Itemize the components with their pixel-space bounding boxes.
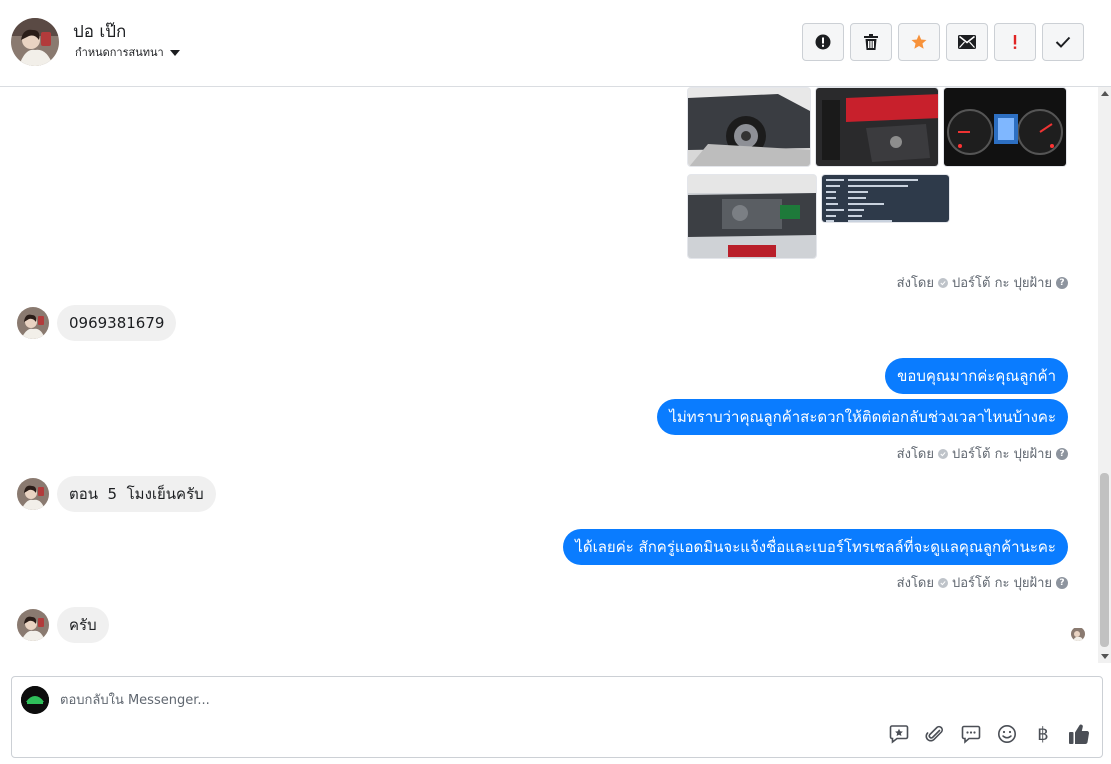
chevron-down-icon [169, 50, 180, 56]
contact-avatar-small [17, 478, 49, 510]
thread-scrollbar[interactable] [1098, 87, 1111, 663]
shared-photo[interactable] [687, 87, 811, 167]
smiley-icon [998, 725, 1016, 743]
chat-bubble-icon [961, 725, 981, 744]
verified-badge-icon [938, 277, 948, 288]
thumbs-up-icon [1069, 724, 1090, 745]
alert-circle-icon [815, 34, 831, 50]
sent-by-label: ส่งโดย [896, 576, 934, 591]
follow-up-button[interactable] [994, 23, 1036, 61]
shared-photo[interactable] [687, 174, 817, 259]
delete-button[interactable] [850, 23, 892, 61]
help-icon[interactable]: ? [1056, 576, 1068, 589]
mark-unread-button[interactable] [946, 23, 988, 61]
incoming-message-row: 0969381679 [17, 305, 177, 341]
conversation-toolbar [802, 23, 1084, 61]
saved-reply-button[interactable] [888, 723, 910, 745]
emoji-button[interactable] [996, 723, 1018, 745]
help-icon[interactable]: ? [1056, 276, 1068, 289]
star-button[interactable] [898, 23, 940, 61]
conversation-header: ปอ เป๊ก กำหนดการสนทนา [0, 0, 1111, 87]
envelope-icon [958, 35, 976, 49]
mark-done-button[interactable] [1042, 23, 1084, 61]
sender-name[interactable]: ปอร์โต้ กะ ปุยฝ้าย [952, 572, 1052, 593]
baht-icon: ฿ [1037, 723, 1049, 745]
sent-by-label: ส่งโดย [896, 276, 934, 291]
sent-by-label: ส่งโดย [896, 447, 934, 462]
shared-screenshot[interactable] [821, 174, 950, 223]
reply-composer: ฿ [11, 676, 1103, 758]
seen-indicator-avatar [1071, 627, 1085, 641]
payment-button[interactable]: ฿ [1032, 723, 1054, 745]
incoming-message-row: ตอน 5 โมงเย็นครับ [17, 476, 216, 512]
assign-conversation-dropdown[interactable]: กำหนดการสนทนา [75, 43, 180, 61]
star-icon [911, 34, 927, 49]
saved-reply-icon [889, 725, 909, 744]
checkmark-icon [1055, 36, 1071, 48]
scrollbar-thumb[interactable] [1100, 473, 1109, 647]
composer-tools: ฿ [888, 723, 1090, 745]
verified-badge-icon [938, 577, 948, 588]
contact-name[interactable]: ปอ เป๊ก [73, 18, 126, 45]
contact-avatar-small [17, 307, 49, 339]
message-bubble[interactable]: ไม่ทราบว่าคุณลูกค้าสะดวกให้ติดต่อกลับช่ว… [657, 399, 1068, 435]
sent-by-info: ส่งโดย ปอร์โต้ กะ ปุยฝ้าย ? [897, 572, 1068, 593]
scroll-up-arrow-icon[interactable] [1101, 91, 1109, 96]
quick-reply-button[interactable] [960, 723, 982, 745]
verified-badge-icon [938, 448, 948, 459]
message-bubble[interactable]: ขอบคุณมากค่ะคุณลูกค้า [885, 358, 1068, 394]
sender-name[interactable]: ปอร์โต้ กะ ปุยฝ้าย [952, 443, 1052, 464]
message-bubble[interactable]: ครับ [57, 607, 109, 643]
assign-label: กำหนดการสนทนา [75, 46, 164, 59]
shared-photo[interactable] [943, 87, 1067, 167]
scroll-down-arrow-icon[interactable] [1101, 654, 1109, 659]
contact-avatar[interactable] [11, 18, 59, 66]
help-icon[interactable]: ? [1056, 447, 1068, 460]
spam-button[interactable] [802, 23, 844, 61]
message-thread: ส่งโดย ปอร์โต้ กะ ปุยฝ้าย ? 0969381679 ข… [0, 87, 1098, 663]
incoming-message-row: ครับ [17, 607, 109, 643]
shared-photo[interactable] [815, 87, 939, 167]
sent-by-info: ส่งโดย ปอร์โต้ กะ ปุยฝ้าย ? [897, 272, 1068, 293]
trash-icon [864, 34, 878, 50]
sent-by-info: ส่งโดย ปอร์โต้ กะ ปุยฝ้าย ? [897, 443, 1068, 464]
like-button[interactable] [1068, 723, 1090, 745]
attach-file-button[interactable] [924, 723, 946, 745]
message-bubble[interactable]: ได้เลยค่ะ สักครู่แอดมินจะแจ้งชื่อและเบอร… [563, 529, 1068, 565]
page-avatar [21, 686, 49, 714]
message-bubble[interactable]: 0969381679 [57, 305, 177, 341]
message-bubble[interactable]: ตอน 5 โมงเย็นครับ [57, 476, 216, 512]
sender-name[interactable]: ปอร์โต้ กะ ปุยฝ้าย [952, 272, 1052, 293]
exclamation-icon [1013, 35, 1017, 49]
reply-input[interactable] [60, 689, 1060, 711]
contact-avatar-small [17, 609, 49, 641]
paperclip-icon [925, 725, 943, 742]
